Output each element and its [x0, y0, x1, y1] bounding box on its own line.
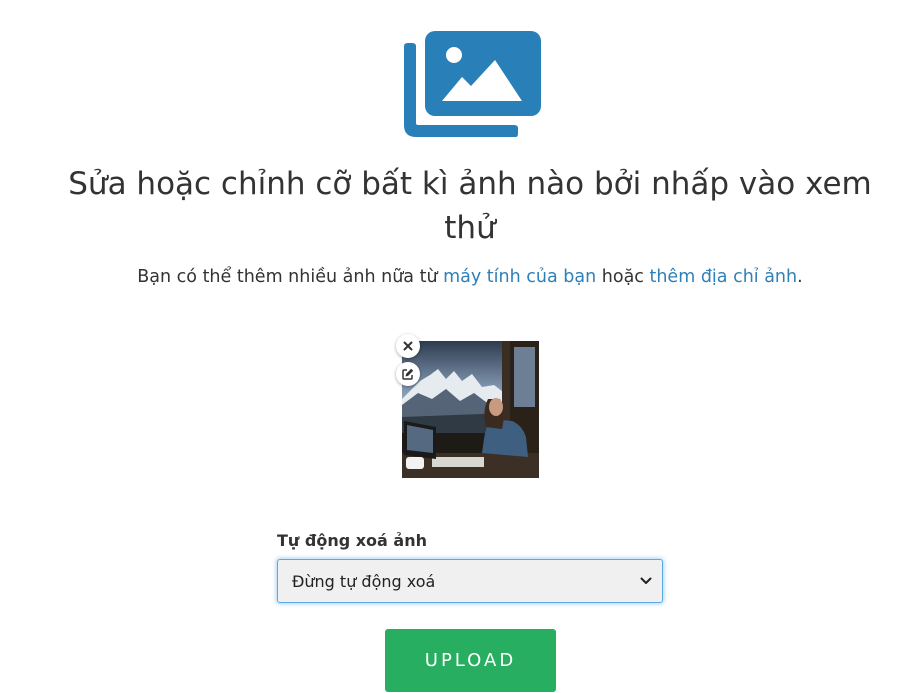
- thumbnail-picture: [402, 341, 539, 478]
- intro-text-middle: hoặc: [596, 267, 650, 287]
- image-gallery-icon: [404, 31, 541, 137]
- close-icon: [403, 341, 413, 351]
- upload-button[interactable]: UPLOAD: [385, 629, 556, 692]
- add-image-url-link[interactable]: thêm địa chỉ ảnh: [649, 267, 797, 287]
- page: Sửa hoặc chỉnh cỡ bất kì ảnh nào bởi nhấ…: [0, 0, 916, 693]
- image-thumbnail[interactable]: [402, 341, 539, 478]
- chevron-down-icon: [640, 577, 652, 584]
- intro-text-before: Bạn có thể thêm nhiều ảnh nữa từ: [137, 267, 444, 287]
- page-title: Sửa hoặc chỉnh cỡ bất kì ảnh nào bởi nhấ…: [68, 166, 872, 246]
- intro-text-after: .: [797, 267, 803, 287]
- auto-delete-label: Tự động xoá ảnh: [277, 531, 427, 550]
- intro-text: Bạn có thể thêm nhiều ảnh nữa từ máy tín…: [0, 264, 916, 290]
- edit-icon: [402, 368, 414, 380]
- remove-image-button[interactable]: [396, 334, 420, 358]
- auto-delete-selected-value: Đừng tự động xoá: [292, 572, 436, 591]
- from-computer-link[interactable]: máy tính của bạn: [443, 267, 596, 287]
- auto-delete-select[interactable]: Đừng tự động xoá: [277, 559, 663, 603]
- edit-image-button[interactable]: [396, 362, 420, 386]
